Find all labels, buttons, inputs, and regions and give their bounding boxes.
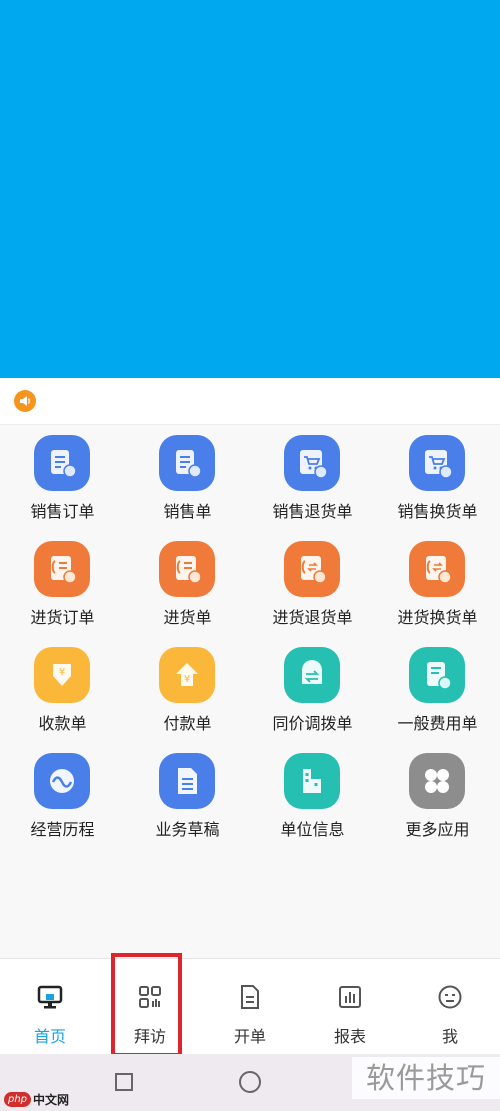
circle-icon[interactable]: [239, 1071, 261, 1093]
document-icon: [241, 985, 259, 1009]
monitor-icon: [37, 985, 63, 1009]
tile-label: 付款单: [163, 714, 212, 733]
tab-reports[interactable]: 报表: [300, 959, 400, 1055]
tile-label: 进货订单: [30, 608, 95, 627]
sales-return-icon: [284, 435, 340, 491]
unit-info-icon: [284, 753, 340, 809]
svg-text:¥: ¥: [184, 674, 190, 685]
tile-receipt[interactable]: ¥ 收款单: [0, 637, 125, 743]
tile-unit-info[interactable]: 单位信息: [250, 743, 375, 849]
expense-icon: [409, 647, 465, 703]
bar-chart-icon: [339, 986, 361, 1008]
sales-order-icon: [34, 435, 90, 491]
tile-sales-order[interactable]: 销售订单: [0, 425, 125, 531]
bottom-tab-bar: 首页 拜访 开单 报表 我: [0, 958, 500, 1055]
tile-sales-slip[interactable]: 销售单: [125, 425, 250, 531]
tile-label: 进货换货单: [397, 608, 478, 627]
top-banner[interactable]: [0, 0, 500, 378]
tile-sales-return[interactable]: 销售退货单: [250, 425, 375, 531]
history-icon: [34, 753, 90, 809]
payment-icon: ¥: [159, 647, 215, 703]
draft-icon: [159, 753, 215, 809]
tile-draft[interactable]: 业务草稿: [125, 743, 250, 849]
tile-label: 收款单: [38, 714, 87, 733]
function-grid: 销售订单 销售单 销售退货单 销售换货单 进货订单 进货单 进货退货单 进货换货…: [0, 425, 500, 958]
notice-bar[interactable]: [0, 378, 500, 424]
receipt-icon: ¥: [34, 647, 90, 703]
tile-transfer[interactable]: 同价调拨单: [250, 637, 375, 743]
tab-label: 我: [441, 1027, 458, 1046]
tile-expense[interactable]: 一般费用单: [375, 637, 500, 743]
site-logo-text: 中文网: [33, 1092, 70, 1107]
purchase-slip-icon: [159, 541, 215, 597]
tab-me[interactable]: 我: [400, 959, 500, 1055]
tab-label: 首页: [33, 1027, 66, 1046]
tile-purchase-slip[interactable]: 进货单: [125, 531, 250, 637]
watermark: 软件技巧: [352, 1057, 500, 1099]
transfer-icon: [284, 647, 340, 703]
tile-purchase-return[interactable]: 进货退货单: [250, 531, 375, 637]
tab-home[interactable]: 首页: [0, 959, 100, 1055]
tile-label: 销售订单: [30, 502, 95, 521]
tile-label: 一般费用单: [397, 714, 478, 733]
purchase-order-icon: [34, 541, 90, 597]
tile-label: 单位信息: [280, 820, 345, 839]
tile-label: 进货退货单: [272, 608, 353, 627]
php-badge: php: [4, 1091, 32, 1107]
tile-more-apps[interactable]: 更多应用: [375, 743, 500, 849]
tab-label: 报表: [333, 1027, 366, 1046]
tab-create-order[interactable]: 开单: [200, 959, 300, 1055]
square-icon[interactable]: [115, 1073, 133, 1091]
purchase-exchange-icon: [409, 541, 465, 597]
site-logo: php 中文网: [4, 1089, 69, 1109]
speaker-icon[interactable]: [14, 390, 36, 412]
tile-label: 同价调拨单: [272, 714, 353, 733]
tile-label: 更多应用: [405, 820, 470, 839]
tile-purchase-order[interactable]: 进货订单: [0, 531, 125, 637]
tile-history[interactable]: 经营历程: [0, 743, 125, 849]
tab-label: 开单: [233, 1027, 266, 1046]
smiley-icon: [438, 985, 462, 1009]
highlight-box: [111, 953, 182, 1057]
purchase-return-icon: [284, 541, 340, 597]
sales-exchange-icon: [409, 435, 465, 491]
tile-label: 经营历程: [30, 820, 95, 839]
sales-slip-icon: [159, 435, 215, 491]
more-apps-icon: [409, 753, 465, 809]
tile-label: 销售退货单: [272, 502, 353, 521]
tile-label: 销售换货单: [397, 502, 478, 521]
tile-sales-exchange[interactable]: 销售换货单: [375, 425, 500, 531]
tile-purchase-exchange[interactable]: 进货换货单: [375, 531, 500, 637]
tile-label: 进货单: [163, 608, 212, 627]
svg-text:¥: ¥: [59, 667, 65, 678]
tile-label: 业务草稿: [155, 820, 220, 839]
tile-label: 销售单: [163, 502, 212, 521]
tile-payment[interactable]: ¥ 付款单: [125, 637, 250, 743]
